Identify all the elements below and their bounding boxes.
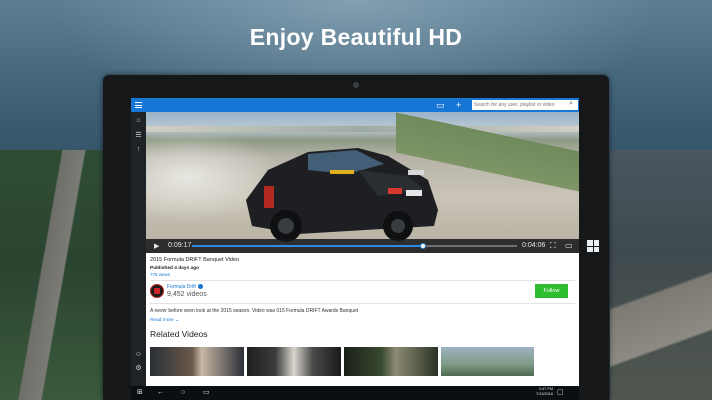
background-aerial-left — [0, 150, 110, 400]
background-aerial-right — [610, 150, 712, 400]
search-icon[interactable]: ⌕ — [569, 100, 573, 108]
settings-icon[interactable]: ⚙ — [134, 364, 143, 373]
search-input[interactable] — [472, 100, 578, 110]
published-date: Published 4 days ago — [150, 266, 200, 271]
search-icon[interactable]: ○ — [181, 388, 185, 397]
cast-icon[interactable]: ▭ — [565, 241, 573, 250]
app-screen: ▭ + ⌕ ⌂ ☰ ↑ ☺ ⚙ ▶ 0: — [131, 98, 579, 400]
read-more-label: Read more — [150, 318, 174, 323]
related-video-thumbnail[interactable] — [441, 347, 534, 376]
total-time: 0:04:06 — [522, 242, 546, 249]
list-icon[interactable]: ☰ — [134, 131, 143, 140]
verified-icon — [197, 284, 203, 290]
headline: Enjoy Beautiful HD — [249, 24, 463, 50]
app-titlebar: ▭ + ⌕ — [131, 98, 579, 112]
tablet-camera — [353, 82, 359, 88]
left-rail: ⌂ ☰ ↑ ☺ ⚙ — [131, 112, 146, 386]
fullscreen-icon[interactable]: ⛶ — [550, 241, 556, 251]
taskbar: ⊞ ← ○ ▭ 2:47 PM 7/13/2016 ▢ — [131, 386, 579, 400]
task-view-icon[interactable]: ▭ — [203, 388, 210, 397]
divider — [150, 280, 575, 281]
video-description: A never before seen look at the 2015 sea… — [150, 308, 359, 314]
read-more-link[interactable]: Read more ⌄ — [150, 318, 179, 323]
cast-icon[interactable]: ▭ — [436, 99, 445, 111]
add-icon[interactable]: + — [456, 99, 461, 111]
related-video-thumbnail[interactable] — [247, 347, 341, 376]
related-video-thumbnail[interactable] — [150, 347, 244, 376]
video-frame[interactable] — [146, 112, 579, 253]
channel-video-count: 9,452 videos — [167, 291, 207, 298]
divider — [150, 303, 575, 304]
notification-icon[interactable]: ▢ — [557, 388, 564, 396]
taskbar-clock[interactable]: 2:47 PM 7/13/2016 — [523, 387, 553, 397]
trending-icon[interactable]: ↑ — [134, 145, 143, 154]
back-icon[interactable]: ← — [157, 388, 164, 397]
related-video-thumbnail[interactable] — [344, 347, 438, 376]
home-icon[interactable]: ⌂ — [134, 116, 143, 125]
video-title: 2015 Formula DRIFT Banquet Video — [150, 257, 240, 263]
channel-name-label: Formula Drift — [167, 284, 196, 290]
player-controls: ▶ 0:09:17 0:04:06 ⛶ ▭ — [146, 239, 579, 253]
follow-button[interactable]: Follow — [535, 284, 568, 298]
progress-fill — [192, 245, 423, 247]
clock-date: 7/13/2016 — [536, 392, 553, 396]
related-videos-heading: Related Videos — [150, 329, 208, 339]
view-count: 775 views — [150, 272, 171, 277]
menu-icon[interactable] — [135, 102, 142, 108]
channel-avatar[interactable] — [150, 284, 164, 298]
chevron-down-icon: ⌄ — [175, 318, 180, 323]
account-icon[interactable]: ☺ — [134, 350, 143, 359]
current-time: 0:09:17 — [168, 242, 192, 249]
progress-thumb[interactable] — [419, 243, 426, 249]
drift-car-image — [246, 148, 438, 242]
channel-name[interactable]: Formula Drift — [167, 284, 203, 290]
play-icon[interactable]: ▶ — [154, 242, 159, 250]
progress-bar[interactable] — [192, 243, 517, 249]
windows-logo-icon — [587, 240, 599, 252]
related-videos-list — [150, 347, 534, 376]
start-icon[interactable]: ⊞ — [137, 388, 143, 397]
